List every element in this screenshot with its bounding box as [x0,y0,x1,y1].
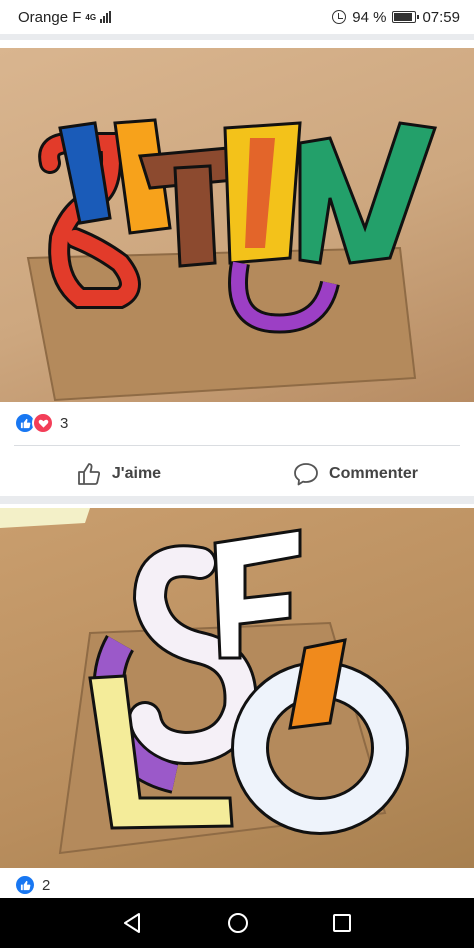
like-label: J'aime [111,465,162,482]
alarm-icon [332,10,347,24]
post-photo[interactable] [0,48,474,402]
reaction-summary[interactable]: 3 [14,412,68,434]
feed-post: 3 J'aime Commenter [0,40,474,496]
network-type: 4G [85,12,97,22]
like-reaction-icon [14,874,36,896]
clock: 07:59 [422,8,460,26]
recents-icon[interactable] [331,912,353,934]
comment-label: Commenter [329,465,418,482]
thumbs-up-icon [78,463,100,485]
home-icon[interactable] [226,911,250,935]
comment-button[interactable]: Commenter [237,456,474,492]
reaction-count: 3 [60,414,69,432]
post-actions: J'aime Commenter [0,456,474,492]
carrier-name: Orange F [18,8,82,26]
status-bar: Orange F 4G 94 % 07:59 [0,0,474,34]
post-photo[interactable] [0,508,474,868]
back-icon[interactable] [121,911,145,935]
reaction-summary[interactable]: 2 [14,874,50,896]
love-reaction-icon [32,412,54,434]
divider [14,445,460,446]
battery-icon [392,11,420,23]
signal-icon [100,11,112,23]
navigation-bar [0,898,474,948]
like-button[interactable]: J'aime [0,456,237,492]
reaction-count: 2 [42,876,51,894]
battery-level: 94 % [352,8,387,26]
feed-post: 2 [0,504,474,898]
comment-icon [294,463,318,486]
